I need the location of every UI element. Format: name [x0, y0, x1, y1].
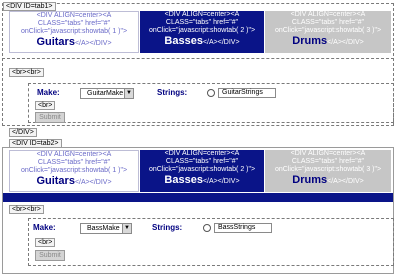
tab-code-line: <DIV ALIGN=center><A [164, 11, 240, 18]
chevron-down-icon: ▼ [122, 224, 131, 233]
tab1-basses-tab[interactable]: <DIV ALIGN=center><A CLASS="tabs" href="… [140, 11, 264, 53]
make-select-value: GuitarMake [87, 90, 124, 97]
tab-close-tags: </A></DIV> [74, 40, 112, 47]
submit-button[interactable]: Submit [35, 250, 65, 261]
basses-link[interactable]: Basses [164, 35, 203, 47]
tab-code-line: onClick="javascript:showtab( 1 )"> [20, 28, 128, 35]
strings-field[interactable]: BassStrings [214, 223, 272, 233]
tab1-inner-br-tag: <br> [35, 101, 56, 110]
make-select[interactable]: GuitarMake ▼ [80, 88, 134, 99]
tab-code-line: onClick="javascript:showtab( 3 )"> [274, 166, 382, 173]
tab-close-tags: </A></DIV> [327, 39, 364, 46]
tab2-inner-br-tag: <br> [35, 238, 56, 247]
tab-code-line: <DIV ALIGN=center><A [290, 150, 366, 157]
tab-close-tags: </A></DIV> [74, 179, 112, 186]
strings-radio[interactable] [207, 89, 215, 97]
make-label: Make: [33, 223, 56, 232]
make-select[interactable]: BassMake ▼ [80, 223, 132, 234]
tab1-row-divider [2, 58, 394, 59]
tab1-guitars-tab[interactable]: <DIV ALIGN=center><A CLASS="tabs" href="… [9, 11, 139, 53]
tab1-div-close-tag: </DIV> [9, 128, 37, 137]
strings-label: Strings: [157, 88, 188, 97]
tab1-drums-tab[interactable]: <DIV ALIGN=center><A CLASS="tabs" href="… [265, 11, 391, 53]
tab-code-line: <DIV ALIGN=center><A [36, 151, 112, 158]
tab2-guitars-tab[interactable]: <DIV ALIGN=center><A CLASS="tabs" href="… [9, 150, 139, 192]
tab2-basses-tab[interactable]: <DIV ALIGN=center><A CLASS="tabs" href="… [140, 150, 264, 192]
tab-code-line: onClick="javascript:showtab( 1 )"> [20, 167, 128, 174]
tab-code-line: onClick="javascript:showtab( 2 )"> [148, 166, 256, 173]
tab1-br-tag: <br><br> [9, 68, 44, 77]
tab2-selected-bar [3, 193, 393, 202]
make-label: Make: [37, 88, 60, 97]
guitars-link[interactable]: Guitars [36, 175, 75, 187]
chevron-down-icon: ▼ [124, 89, 133, 98]
strings-radio[interactable] [203, 224, 211, 232]
make-select-value: BassMake [87, 225, 120, 232]
tab-close-tags: </A></DIV> [202, 178, 240, 185]
guitars-link[interactable]: Guitars [36, 36, 75, 48]
tab2-br-tag: <br><br> [9, 205, 44, 214]
tab2-drums-tab[interactable]: <DIV ALIGN=center><A CLASS="tabs" href="… [265, 150, 391, 192]
tab-code-line: CLASS="tabs" href="#" [291, 19, 365, 26]
tab-code-line: CLASS="tabs" href="#" [165, 158, 239, 165]
submit-button[interactable]: Submit [35, 112, 65, 123]
tab-code-line: CLASS="tabs" href="#" [165, 19, 239, 26]
basses-link[interactable]: Basses [164, 174, 203, 186]
strings-label: Strings: [152, 223, 183, 232]
tab-code-line: <DIV ALIGN=center><A [36, 12, 112, 19]
tab-close-tags: </A></DIV> [327, 178, 364, 185]
tab-close-tags: </A></DIV> [202, 39, 240, 46]
drums-link[interactable]: Drums [292, 35, 327, 47]
tab-code-line: CLASS="tabs" href="#" [291, 158, 365, 165]
tab-code-line: CLASS="tabs" href="#" [37, 159, 111, 166]
tab-code-line: CLASS="tabs" href="#" [37, 20, 111, 27]
tab-code-line: <DIV ALIGN=center><A [164, 150, 240, 157]
tab-code-line: <DIV ALIGN=center><A [290, 11, 366, 18]
tab-code-line: onClick="javascript:showtab( 3 )"> [274, 27, 382, 34]
tab1-div-open-tag: <DIV ID=tab1> [3, 2, 56, 11]
strings-field[interactable]: GuitarStrings [218, 88, 276, 98]
drums-link[interactable]: Drums [292, 174, 327, 186]
tab-code-line: onClick="javascript:showtab( 2 )"> [148, 27, 256, 34]
